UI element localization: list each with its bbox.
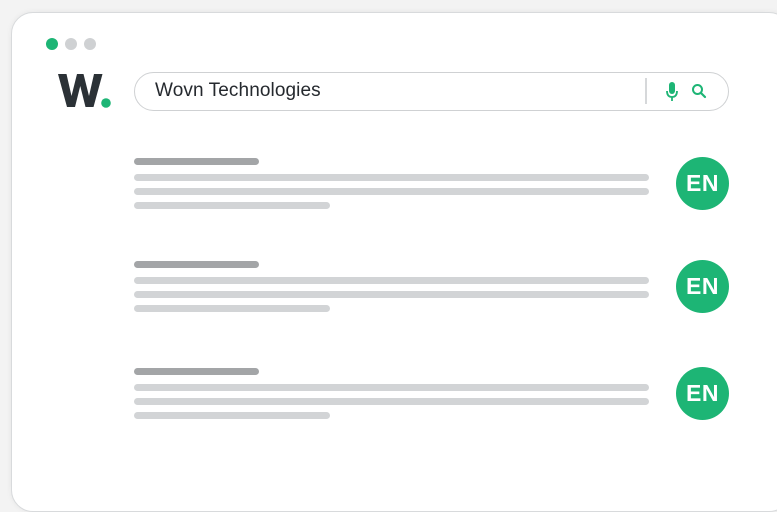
search-icon[interactable] [691, 83, 707, 99]
window-control-gray-2[interactable] [84, 38, 96, 50]
search-bar[interactable]: Wovn Technologies [134, 72, 729, 111]
result-line-placeholder [134, 305, 330, 312]
result-line-placeholder [134, 277, 649, 284]
language-badge[interactable]: EN [676, 367, 729, 420]
result-line-placeholder [134, 202, 330, 209]
search-result[interactable]: EN [134, 157, 731, 214]
search-result[interactable]: EN [134, 367, 731, 424]
window-controls [46, 38, 96, 50]
wovn-logo [58, 74, 112, 110]
result-line-placeholder [134, 412, 330, 419]
result-title-placeholder [134, 158, 259, 165]
language-badge[interactable]: EN [676, 157, 729, 210]
microphone-icon[interactable] [665, 82, 679, 102]
result-title-placeholder [134, 261, 259, 268]
result-line-placeholder [134, 188, 649, 195]
search-result[interactable]: EN [134, 260, 731, 317]
window-control-green[interactable] [46, 38, 58, 50]
window-control-gray-1[interactable] [65, 38, 77, 50]
result-title-placeholder [134, 368, 259, 375]
result-line-placeholder [134, 291, 649, 298]
result-line-placeholder [134, 174, 649, 181]
search-divider [645, 78, 647, 104]
wovn-logo-icon [58, 74, 111, 108]
language-badge[interactable]: EN [676, 260, 729, 313]
result-line-placeholder [134, 398, 649, 405]
search-input[interactable]: Wovn Technologies [155, 73, 321, 109]
result-line-placeholder [134, 384, 649, 391]
